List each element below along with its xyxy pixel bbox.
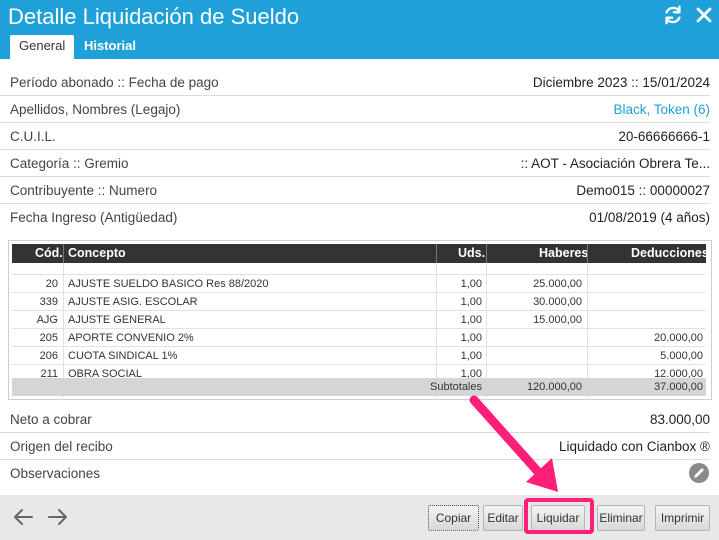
info-label: Período abonado :: Fecha de pago	[10, 75, 219, 90]
subtotals-row: Subtotales 120.000,00 37.000,00	[12, 378, 706, 396]
summary-row-observaciones: Observaciones	[0, 460, 719, 487]
summary-label: Neto a cobrar	[10, 412, 92, 427]
info-value: Demo015 :: 00000027	[576, 183, 710, 198]
cell-cod: 205	[39, 332, 58, 344]
table-row[interactable]: 20 AJUSTE SUELDO BASICO Res 88/2020 1,00…	[12, 275, 706, 293]
cell-cod: 339	[39, 296, 58, 308]
info-row-cuil: C.U.I.L. 20-66666666-1	[0, 123, 719, 150]
table-row[interactable]: 206 CUOTA SINDICAL 1% 1,00 5.000,00	[12, 347, 706, 365]
table-header: Cód. Concepto Uds. Haberes Deducciones	[12, 244, 709, 263]
divider	[63, 244, 64, 263]
info-row-empleado: Apellidos, Nombres (Legajo) Black, Token…	[0, 96, 719, 123]
summary-label: Origen del recibo	[10, 439, 113, 454]
close-icon[interactable]	[694, 4, 714, 26]
divider	[436, 244, 437, 263]
cell-haberes: 15.000,00	[533, 314, 582, 326]
col-concepto: Concepto	[68, 246, 126, 260]
cell-haberes: 25.000,00	[533, 278, 582, 290]
divider	[486, 244, 487, 263]
col-uds: Uds.	[458, 246, 486, 260]
cell-haberes: 30.000,00	[533, 296, 582, 308]
table-row[interactable]: 205 APORTE CONVENIO 2% 1,00 20.000,00	[12, 329, 706, 347]
cell-uds: 1,00	[460, 314, 482, 326]
info-label: Contribuyente :: Numero	[10, 183, 158, 198]
print-button[interactable]: Imprimir	[655, 505, 710, 531]
table-row[interactable]: 339 AJUSTE ASIG. ESCOLAR 1,00 30.000,00	[12, 293, 706, 311]
divider	[587, 244, 588, 263]
info-row-ingreso: Fecha Ingreso (Antigüedad) 01/08/2019 (4…	[0, 204, 719, 231]
tab-historial[interactable]: Historial	[75, 35, 145, 59]
refresh-icon[interactable]	[662, 4, 684, 26]
employee-link[interactable]: Black, Token (6)	[613, 102, 710, 117]
info-label: C.U.I.L.	[10, 129, 56, 144]
info-label: Categoría :: Gremio	[10, 156, 129, 171]
col-haberes: Haberes	[539, 246, 589, 260]
cell-cod: 206	[39, 350, 58, 362]
col-deducciones: Deducciones	[631, 246, 709, 260]
col-cod: Cód.	[35, 246, 63, 260]
concepts-table: Cód. Concepto Uds. Haberes Deducciones 2…	[8, 240, 712, 400]
cell-uds: 1,00	[460, 350, 482, 362]
summary-row-origen: Origen del recibo Liquidado con Cianbox …	[0, 433, 719, 460]
cell-cod: 20	[45, 278, 58, 290]
info-row-contribuyente: Contribuyente :: Numero Demo015 :: 00000…	[0, 177, 719, 204]
info-value: Diciembre 2023 :: 15/01/2024	[532, 75, 710, 90]
table-row-partial	[12, 263, 706, 275]
tab-general[interactable]: General	[10, 35, 75, 59]
footer-toolbar: Copiar Editar Liquidar Eliminar Imprimir	[0, 495, 719, 540]
delete-button[interactable]: Eliminar	[597, 505, 645, 531]
cell-cod: AJG	[36, 314, 58, 326]
info-label: Apellidos, Nombres (Legajo)	[10, 102, 181, 117]
info-row-periodo: Período abonado :: Fecha de pago Diciemb…	[0, 69, 719, 96]
subtotal-haberes: 120.000,00	[526, 381, 582, 393]
summary-value: Liquidado con Cianbox ®	[558, 439, 710, 454]
copy-button[interactable]: Copiar	[428, 505, 479, 531]
cell-concepto: AJUSTE GENERAL	[68, 314, 166, 326]
summary-value: 83.000,00	[649, 412, 710, 427]
cell-concepto: CUOTA SINDICAL 1%	[68, 350, 178, 362]
cell-concepto: AJUSTE ASIG. ESCOLAR	[68, 296, 198, 308]
table-row[interactable]: AJG AJUSTE GENERAL 1,00 15.000,00	[12, 311, 706, 329]
table-body[interactable]: 20 AJUSTE SUELDO BASICO Res 88/2020 1,00…	[12, 263, 706, 398]
window-title: Detalle Liquidación de Sueldo	[8, 4, 300, 29]
info-value: 01/08/2019 (4 años)	[589, 210, 710, 225]
info-value: 20-66666666-1	[618, 129, 710, 144]
liquidar-highlight-box	[524, 498, 594, 534]
cell-uds: 1,00	[460, 278, 482, 290]
arrow-right-icon[interactable]	[47, 507, 69, 527]
edit-button[interactable]: Editar	[483, 505, 523, 531]
subtotal-deducciones: 37.000,00	[654, 381, 703, 393]
info-value: :: AOT - Asociación Obrera Te...	[520, 156, 710, 171]
cell-deducciones: 5.000,00	[660, 350, 703, 362]
arrow-left-icon[interactable]	[12, 507, 34, 527]
cell-deducciones: 20.000,00	[654, 332, 703, 344]
cell-uds: 1,00	[460, 332, 482, 344]
cell-concepto: AJUSTE SUELDO BASICO Res 88/2020	[68, 278, 269, 290]
window-header: Detalle Liquidación de Sueldo General Hi…	[0, 0, 719, 59]
cell-concepto: APORTE CONVENIO 2%	[68, 332, 194, 344]
summary-row-neto: Neto a cobrar 83.000,00	[0, 406, 719, 433]
pencil-icon[interactable]	[688, 462, 710, 484]
subtotals-label: Subtotales	[430, 381, 482, 393]
info-row-categoria: Categoría :: Gremio :: AOT - Asociación …	[0, 150, 719, 177]
info-label: Fecha Ingreso (Antigüedad)	[10, 210, 178, 225]
cell-uds: 1,00	[460, 296, 482, 308]
summary-label: Observaciones	[10, 466, 101, 481]
